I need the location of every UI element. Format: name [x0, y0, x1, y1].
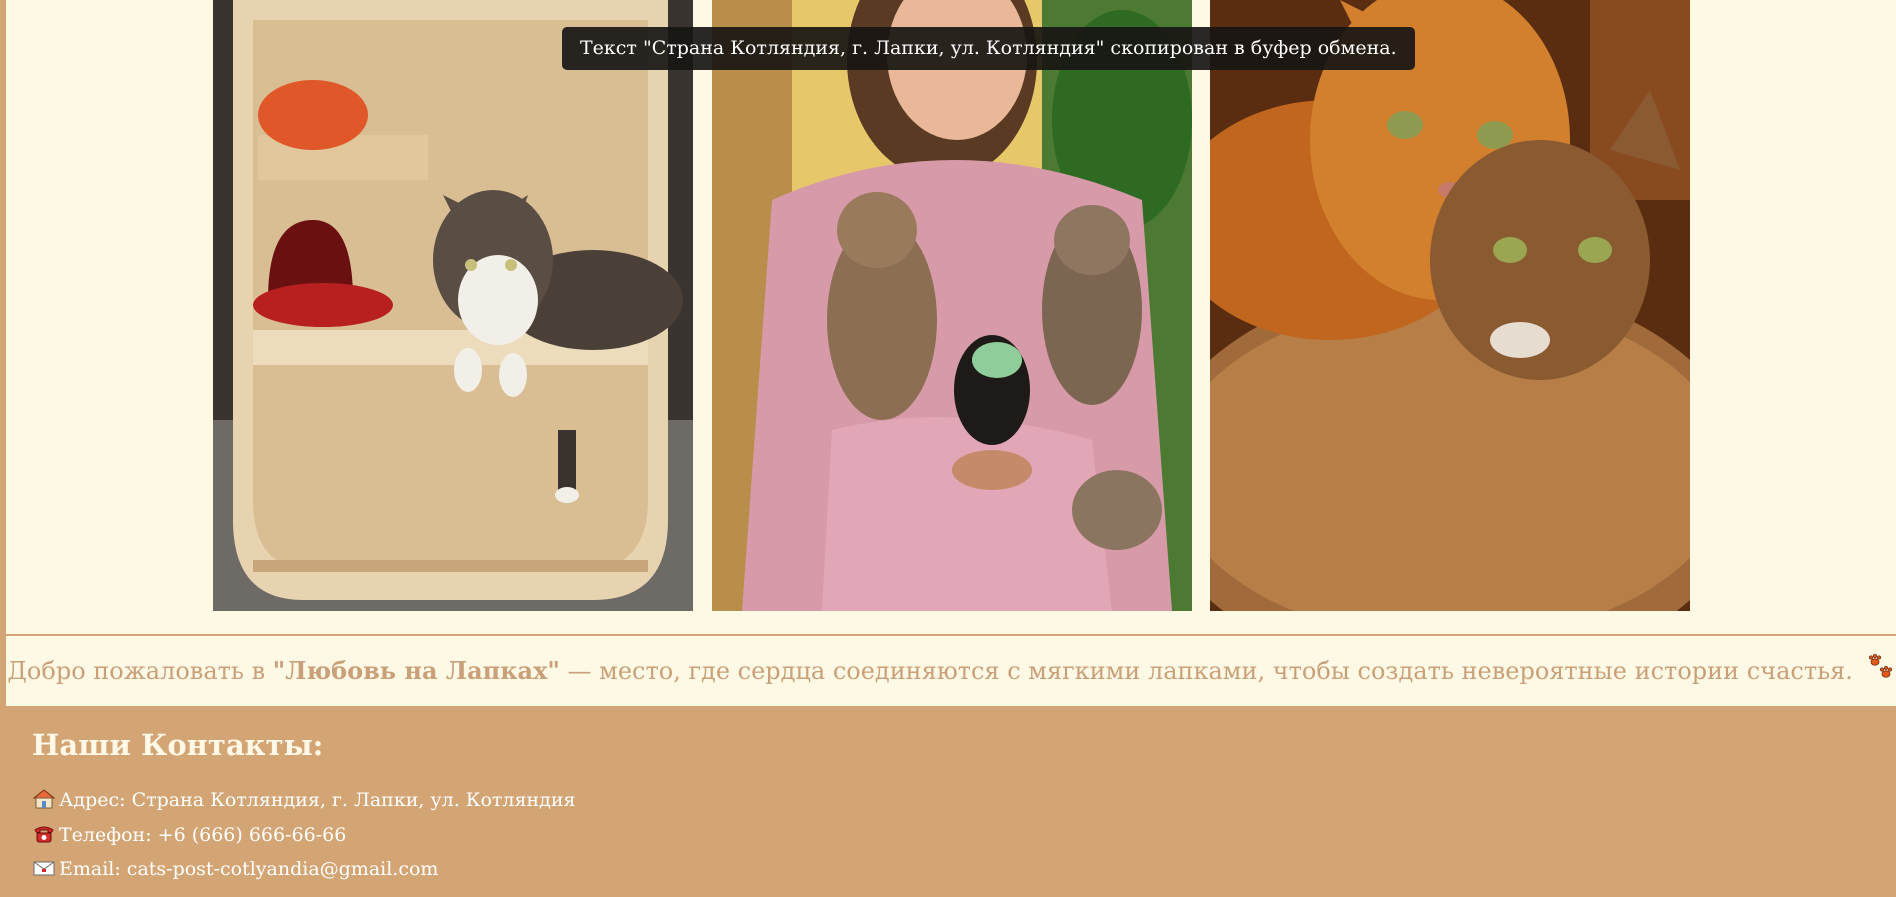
telephone-icon [33, 824, 55, 844]
envelope-icon [33, 858, 55, 878]
phone-contact[interactable]: Телефон: +6 (666) 666-66-66 [33, 823, 346, 847]
page: Добро пожаловать в "Любовь на Лапках" — … [0, 0, 1896, 897]
phone-text: Телефон: +6 (666) 666-66-66 [59, 824, 347, 846]
paw-prints-icon [1867, 638, 1895, 708]
welcome-suffix: — место, где сердца соединяются с мягким… [559, 657, 1853, 685]
email-text: Email: cats-post-cotlyandia@gmail.com [59, 858, 439, 880]
cat-on-shelf-photo[interactable] [213, 0, 693, 611]
email-contact[interactable]: Email: cats-post-cotlyandia@gmail.com [33, 857, 438, 881]
welcome-banner: Добро пожаловать в "Любовь на Лапках" — … [6, 636, 1896, 706]
two-cats-on-bed-photo[interactable] [1210, 0, 1690, 611]
gallery-section [6, 0, 1896, 636]
address-text: Адрес: Страна Котляндия, г. Лапки, ул. К… [59, 789, 576, 811]
woman-with-kittens-photo[interactable] [712, 0, 1192, 611]
contacts-footer: Наши Контакты: Адрес: Страна Котляндия, … [0, 706, 1896, 897]
house-icon [32, 789, 56, 809]
brand-name: "Любовь на Лапках" [272, 656, 560, 685]
contacts-title: Наши Контакты: [32, 728, 324, 762]
address-contact[interactable]: Адрес: Страна Котляндия, г. Лапки, ул. К… [32, 788, 576, 812]
copied-toast: Текст "Страна Котляндия, г. Лапки, ул. К… [562, 27, 1415, 70]
welcome-prefix: Добро пожаловать в [7, 657, 273, 685]
